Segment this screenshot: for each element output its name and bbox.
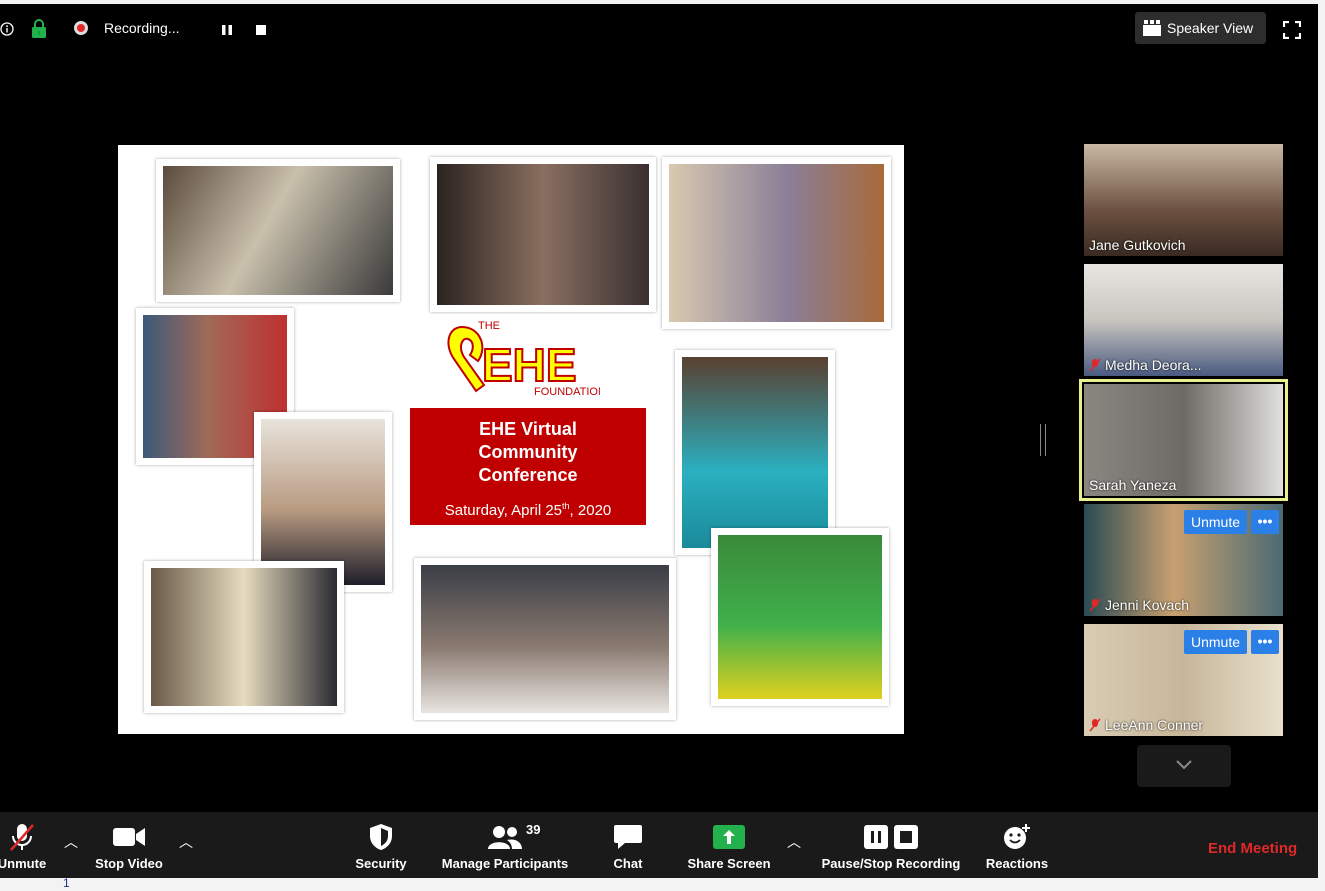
reactions-label: Reactions — [985, 856, 1049, 871]
meeting-window: Recording... Speaker View THE EHE FOUNDA… — [0, 4, 1318, 882]
meeting-toolbar: Unmute ︿ Stop Video ︿ Security 39 Manage… — [0, 812, 1318, 882]
slide-photo — [675, 350, 835, 555]
scroll-participants-down-button[interactable] — [1137, 745, 1231, 787]
more-options-button[interactable]: ••• — [1251, 510, 1279, 534]
info-icon[interactable] — [0, 22, 14, 36]
grid-view-icon — [1143, 20, 1161, 36]
muted-mic-icon — [10, 824, 34, 851]
audio-options-caret-icon[interactable]: ︿ — [64, 832, 78, 852]
end-meeting-button[interactable]: End Meeting — [1208, 840, 1297, 857]
slide-photo — [662, 157, 891, 329]
unmute-label: Unmute — [0, 856, 47, 871]
top-bar: Recording... Speaker View — [0, 4, 1318, 54]
participant-tile-active-speaker[interactable]: Sarah Yaneza — [1079, 379, 1288, 501]
conference-title-box: EHE Virtual Community Conference Saturda… — [410, 408, 646, 525]
share-screen-label: Share Screen — [687, 856, 771, 871]
unmute-button[interactable]: Unmute — [0, 820, 52, 871]
stop-video-label: Stop Video — [95, 856, 163, 871]
slide-photo — [711, 528, 889, 706]
participant-name: Sarah Yaneza — [1089, 477, 1177, 493]
reactions-button[interactable]: Reactions — [982, 820, 1052, 871]
slide-photo — [430, 157, 656, 312]
conference-title: EHE Virtual Community Conference — [478, 419, 578, 485]
manage-participants-button[interactable]: 39 Manage Participants — [434, 820, 576, 871]
participant-tile[interactable]: Unmute ••• Jenni Kovach — [1084, 504, 1283, 616]
slide-photo — [156, 159, 400, 302]
participant-tile[interactable]: Jane Gutkovich — [1084, 144, 1283, 256]
chat-button[interactable]: Chat — [605, 820, 651, 871]
svg-text:EHE: EHE — [482, 339, 577, 391]
unmute-participant-button[interactable]: Unmute — [1183, 510, 1247, 534]
svg-text:FOUNDATION: FOUNDATION — [534, 386, 600, 398]
pause-recording-icon[interactable] — [221, 24, 233, 36]
muted-mic-icon — [1089, 598, 1101, 612]
unmute-participant-button[interactable]: Unmute — [1183, 630, 1247, 654]
chat-icon — [614, 825, 642, 849]
conference-date: Saturday, April 25th, 2020 — [444, 501, 612, 519]
chat-label: Chat — [613, 856, 643, 871]
security-label: Security — [355, 856, 407, 871]
stop-video-button[interactable]: Stop Video — [88, 820, 170, 871]
ehe-foundation-logo: THE EHE FOUNDATION — [440, 315, 606, 405]
line-number: 1 — [63, 876, 70, 890]
participant-name: Medha Deora... — [1105, 357, 1202, 373]
participant-name: Jane Gutkovich — [1089, 237, 1186, 253]
fullscreen-icon[interactable] — [1283, 21, 1301, 39]
share-options-caret-icon[interactable]: ︿ — [787, 832, 801, 852]
manage-participants-label: Manage Participants — [441, 856, 569, 871]
stop-recording-icon[interactable] — [256, 25, 266, 35]
speaker-view-button[interactable]: Speaker View — [1135, 12, 1266, 44]
slide-photo — [144, 561, 344, 713]
participant-tile[interactable]: Medha Deora... — [1084, 264, 1283, 376]
svg-text:THE: THE — [478, 320, 500, 332]
shield-icon — [370, 824, 392, 850]
recording-status: Recording... — [104, 20, 180, 36]
participants-icon — [488, 826, 522, 849]
participant-name: Jenni Kovach — [1105, 597, 1190, 613]
participant-tile[interactable]: Unmute ••• LeeAnn Conner — [1084, 624, 1283, 736]
shared-slide: THE EHE FOUNDATION EHE Virtual Community… — [118, 145, 904, 734]
participant-name: LeeAnn Conner — [1105, 717, 1204, 733]
share-screen-icon — [713, 825, 745, 849]
pause-stop-recording-icon — [864, 825, 918, 849]
panel-resize-handle[interactable] — [1040, 424, 1046, 456]
recording-dot-icon — [74, 21, 88, 35]
video-options-caret-icon[interactable]: ︿ — [179, 832, 193, 852]
background-app-strip: 1 — [0, 876, 1325, 891]
reactions-icon — [1004, 824, 1030, 849]
participant-count-badge: 39 — [526, 822, 541, 837]
speaker-view-label: Speaker View — [1167, 20, 1254, 36]
lock-icon[interactable] — [31, 19, 47, 39]
slide-photo — [414, 558, 676, 720]
security-button[interactable]: Security — [350, 820, 412, 871]
video-camera-icon — [113, 828, 145, 846]
pause-stop-recording-button[interactable]: Pause/Stop Recording — [815, 820, 967, 871]
share-screen-button[interactable]: Share Screen — [682, 820, 776, 871]
muted-mic-icon — [1089, 358, 1101, 372]
muted-mic-icon — [1089, 718, 1101, 732]
chevron-down-icon — [1176, 760, 1192, 770]
pause-stop-recording-label: Pause/Stop Recording — [821, 856, 961, 871]
more-options-button[interactable]: ••• — [1251, 630, 1279, 654]
